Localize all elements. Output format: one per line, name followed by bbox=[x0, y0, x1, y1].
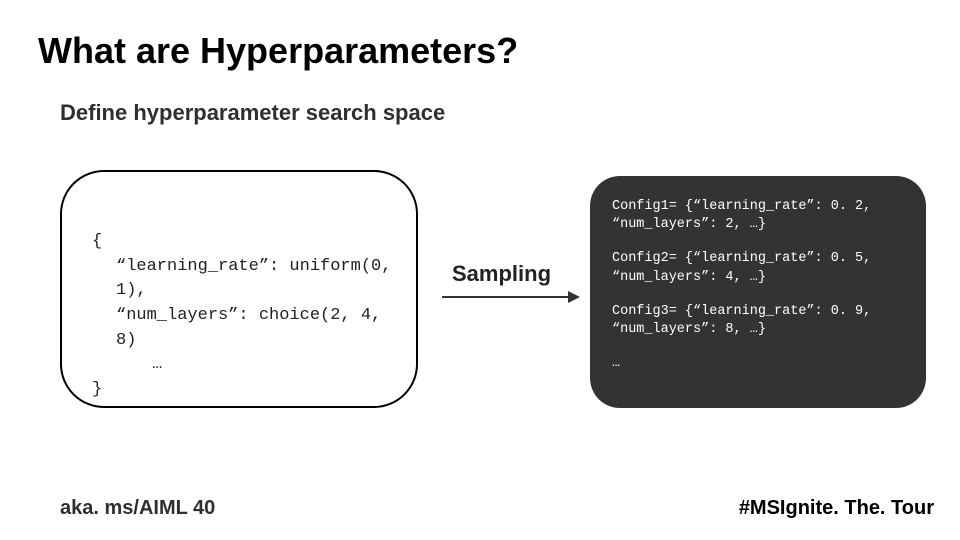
code-line: “learning_rate”: uniform(0, 1), bbox=[92, 255, 392, 304]
section-subtitle: Define hyperparameter search space bbox=[60, 100, 445, 126]
code-line: } bbox=[92, 380, 102, 399]
search-space-box: { “learning_rate”: uniform(0, 1), “num_l… bbox=[60, 170, 418, 408]
slide-title: What are Hyperparameters? bbox=[38, 30, 518, 72]
config-line-more: … bbox=[612, 355, 904, 373]
footer-link-left: aka. ms/AIML 40 bbox=[60, 497, 215, 520]
code-line: { bbox=[92, 232, 102, 251]
config-line: Config3= {“learning_rate”: 0. 9, “num_la… bbox=[612, 303, 904, 339]
sampling-label: Sampling bbox=[452, 261, 551, 287]
configs-box: Config1= {“learning_rate”: 0. 2, “num_la… bbox=[590, 176, 926, 408]
code-line: … bbox=[92, 353, 392, 378]
arrow-icon bbox=[442, 296, 578, 298]
footer-hashtag: #MSIgnite. The. Tour bbox=[739, 497, 934, 520]
code-line: “num_layers”: choice(2, 4, 8) bbox=[92, 304, 392, 353]
config-line: Config2= {“learning_rate”: 0. 5, “num_la… bbox=[612, 250, 904, 286]
config-line: Config1= {“learning_rate”: 0. 2, “num_la… bbox=[612, 198, 904, 234]
slide: What are Hyperparameters? Define hyperpa… bbox=[0, 0, 960, 540]
